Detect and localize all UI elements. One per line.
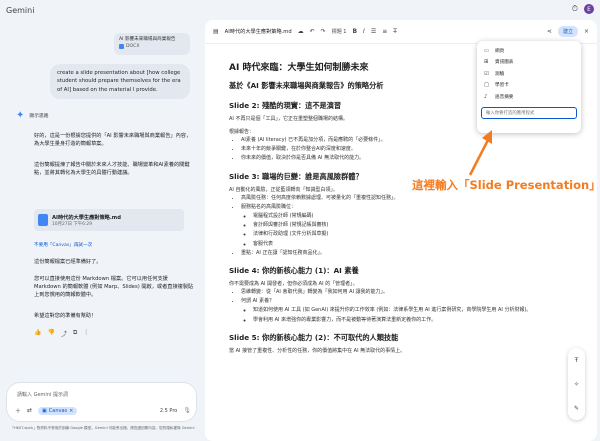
flashcard-icon: ▢	[484, 82, 490, 89]
thumbs-down-icon[interactable]: 👎	[47, 329, 54, 338]
attachment-title: AI 影響未來職場與商業報告	[119, 37, 176, 42]
model-selector[interactable]: 2.5 Pro	[160, 408, 177, 414]
italic-icon[interactable]: I	[363, 28, 365, 35]
file-date: 10月27日 下午6:29	[52, 221, 92, 227]
list-item: 知道如何使用 AI 工具 (如 GenAI) 來提升你的工作效率 (例如：法律系…	[253, 306, 549, 315]
list-item: 電腦程式設計師 (常規編碼)	[253, 212, 549, 221]
reply-paragraph: 您可以直接使用這份 Markdown 檔案。它可以用任何支援 Markdown …	[34, 276, 194, 299]
numbered-list-icon[interactable]: ≡	[382, 28, 387, 35]
menu-item-flashcard[interactable]: ▢ 學習卡	[481, 80, 577, 92]
list-item: 服務點名的高風險職位： 電腦程式設計師 (常規編碼) 會計師與審計師 (常規記帳…	[241, 203, 549, 249]
list-item: 法律和行政助理 (文件分析與草擬)	[253, 230, 549, 239]
prompt-input[interactable]: 請輸入 Gemini 提示詞	[17, 391, 68, 398]
undo-icon[interactable]: ↶	[310, 28, 315, 35]
thinking-toggle[interactable]: ✦ 顯示思路	[16, 110, 49, 121]
audio-icon: ♪	[484, 93, 488, 100]
disclaimer: 「HKIIT-work」對資料不會用於訓練 Google 模型。Gemini 可…	[10, 426, 195, 430]
create-button[interactable]: 建立	[557, 26, 578, 37]
menu-item-infographic[interactable]: ⊞ 資訊圖表	[481, 57, 577, 69]
menu-item-quiz[interactable]: ☑ 測驗	[481, 68, 577, 80]
attachment-card[interactable]: AI 影響未來職場與商業報告 DOCX	[114, 33, 190, 55]
canvas-icon: ▣	[42, 407, 47, 414]
chat-panel: AI 影響未來職場與商業報告 DOCX create a slide prese…	[0, 20, 205, 441]
docx-icon	[119, 44, 124, 49]
mic-icon[interactable]: 🎙	[183, 407, 191, 414]
quiz-icon: ☑	[484, 70, 489, 77]
edit-icon[interactable]: ✎	[574, 405, 579, 412]
list-item: 高風險任務：任何高度依賴數據處理、可被量化的「重複性認知任務」。	[241, 194, 549, 203]
web-icon: ▭	[484, 47, 490, 54]
top-bar: Gemini ⏱ E	[0, 0, 600, 20]
redo-icon[interactable]: ↷	[321, 28, 326, 35]
list-item: 何謂 AI 素養？ 知道如何使用 AI 工具 (如 GenAI) 來提升你的工作…	[241, 297, 549, 325]
menu-item-web[interactable]: ▭ 網頁	[481, 45, 577, 57]
doc-icon: ▤	[213, 28, 219, 35]
sparkle-icon[interactable]: ✧	[574, 381, 579, 388]
history-icon[interactable]: ⏱	[572, 4, 578, 14]
bold-icon[interactable]: B	[352, 28, 357, 35]
reply-paragraph: 這份簡報檔案已經準備好了。	[34, 259, 102, 265]
annotation-arrow	[468, 130, 492, 176]
file-card[interactable]: AI時代的大學生應對策略.md 10月27日 下午6:29	[34, 209, 184, 231]
tools-icon[interactable]: ⇄	[27, 407, 32, 414]
thumbs-up-icon[interactable]: 👍	[34, 329, 41, 338]
doc-title: AI時代的大學生應對策略.md	[224, 29, 292, 35]
share-icon[interactable]: ⋖	[547, 28, 552, 35]
app-title: Gemini	[6, 5, 35, 15]
avatar[interactable]: E	[584, 4, 594, 14]
heading-select[interactable]: 標題 1	[332, 28, 347, 35]
slide-heading: Slide 5: 你的新核心能力 (2)：不可取代的人類技能	[229, 332, 399, 342]
attachment-type: DOCX	[126, 44, 140, 49]
paragraph: 你不需要成為 AI 開發者，但你必須成為 AI 的「管理者」。	[229, 281, 358, 288]
gemini-spark-icon: ✦	[16, 110, 25, 121]
doc-side-toolbar: Ŧ ✧ ✎	[568, 348, 585, 420]
close-icon[interactable]: ×	[584, 28, 589, 35]
paragraph: 當 AI 接管了重複性、分析性的任務，你的價值將集中在 AI 無法取代的事情上。	[229, 347, 406, 354]
menu-item-audio[interactable]: ♪ 語音摘要	[481, 91, 577, 103]
annotation-text: 這裡輸入「Slide Presentation」	[412, 178, 600, 192]
list-item: 會計師與審計師 (常規記帳與審核)	[253, 221, 549, 230]
reply-paragraph: 這份簡報提煉了報告中關於未來人才技能、職場變革和AI素養的關鍵點，並將其轉化為大…	[34, 162, 190, 177]
file-name: AI時代的大學生應對策略.md	[52, 214, 121, 221]
user-message: create a slide presentation about [how c…	[50, 64, 190, 100]
more-icon[interactable]: ⋮	[83, 329, 89, 338]
thinking-label: 顯示思路	[29, 114, 49, 119]
clear-format-icon[interactable]: T̶	[393, 28, 397, 35]
reply-paragraph: 希望這對您的準備有幫助！	[34, 313, 97, 319]
infographic-icon: ⊞	[484, 59, 489, 66]
canvas-chip[interactable]: ▣ Canvas ×	[38, 406, 78, 415]
reply-paragraph: 好的，這是一份根據您提供的「AI 影響未來職場與商業報告」內容，為大學生量身打造…	[34, 133, 192, 148]
list-item: 思維轉變：從「AI 會取代我」轉變為「我如何用 AI 讓我的能力」。	[241, 288, 549, 297]
list-item: 學會利用 AI 來增強你的專業影響力，而不是被動等待著演算法重新定義你的工作。	[253, 316, 549, 325]
prompt-input-box[interactable]: 請輸入 Gemini 提示詞 ＋ ⇄ ▣ Canvas × 2.5 Pro 🎙	[6, 382, 197, 422]
share-icon[interactable]: ⤴	[61, 329, 67, 338]
cloud-icon: ☁	[297, 28, 304, 35]
add-icon[interactable]: ＋	[15, 406, 21, 415]
list-item: 重點：AI 正在讓「認知任務商品化」。	[241, 249, 549, 258]
text-format-icon[interactable]: Ŧ	[575, 357, 579, 364]
file-icon	[38, 214, 48, 226]
copy-icon[interactable]: ⧉	[73, 329, 77, 338]
app-prompt-input[interactable]: 輸入你要打造的應用程式	[481, 106, 577, 119]
bulleted-list-icon[interactable]: ☰	[371, 28, 376, 35]
slide-heading: Slide 4: 你的新核心能力 (1)：AI 素養	[229, 266, 359, 276]
close-icon[interactable]: ×	[69, 408, 73, 414]
list-item: 客服代表	[253, 240, 549, 249]
retry-without-canvas-link[interactable]: 不要用「Canvas」再試一次	[34, 242, 92, 248]
